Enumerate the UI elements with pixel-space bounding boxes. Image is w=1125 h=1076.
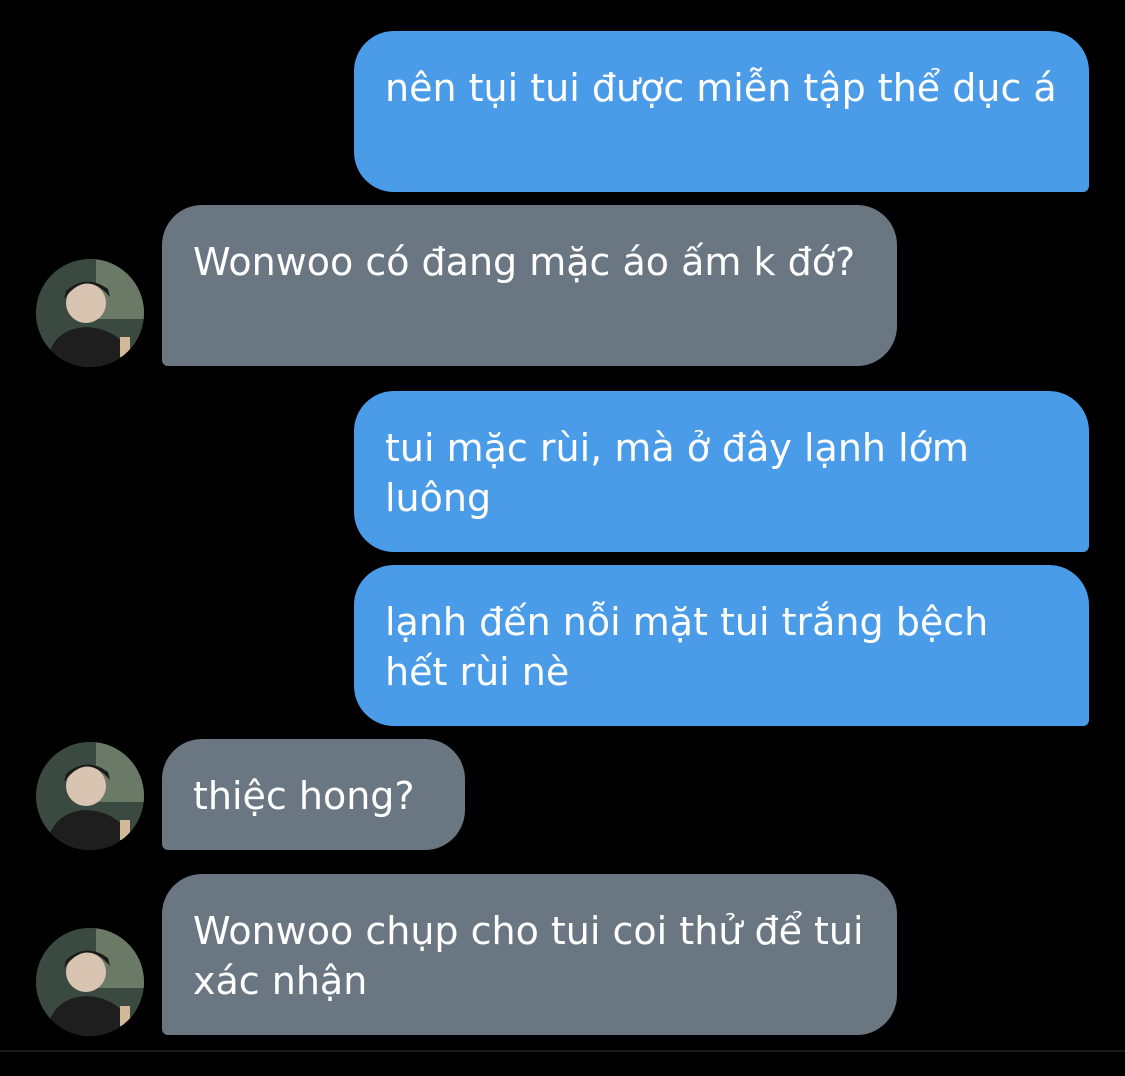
bottom-divider	[0, 1050, 1125, 1052]
chat-thread: nên tụi tui được miễn tập thể dục á Wonw…	[0, 0, 1125, 1076]
received-message-bubble[interactable]: thiệc hong?	[162, 739, 465, 850]
contact-avatar-icon[interactable]	[36, 742, 144, 850]
contact-avatar-icon[interactable]	[36, 259, 144, 367]
sent-message-bubble[interactable]: nên tụi tui được miễn tập thể dục á	[354, 31, 1089, 192]
contact-avatar-icon[interactable]	[36, 928, 144, 1036]
sent-message-bubble[interactable]: tui mặc rùi, mà ở đây lạnh lớm luông	[354, 391, 1089, 552]
sent-message-bubble[interactable]: lạnh đến nỗi mặt tui trắng bệch hết rùi …	[354, 565, 1089, 726]
received-message-bubble[interactable]: Wonwoo chụp cho tui coi thử để tui xác n…	[162, 874, 897, 1035]
received-message-bubble[interactable]: Wonwoo có đang mặc áo ấm k đớ?	[162, 205, 897, 366]
